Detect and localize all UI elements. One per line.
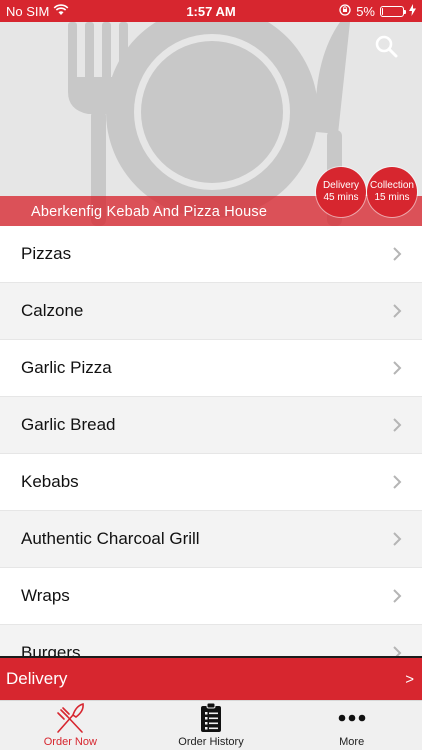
menu-item-label: Kebabs bbox=[21, 472, 79, 491]
tab-more[interactable]: More bbox=[281, 701, 422, 750]
tab-label: Order Now bbox=[43, 736, 97, 748]
chevron-right-icon bbox=[393, 475, 402, 489]
menu-item-pizzas[interactable]: Pizzas bbox=[0, 226, 422, 283]
tab-order-now[interactable]: Order Now bbox=[0, 701, 141, 750]
chevron-right-icon bbox=[393, 247, 402, 261]
menu-item-label: Burgers bbox=[21, 643, 81, 656]
restaurant-name: Aberkenfig Kebab And Pizza House bbox=[31, 204, 268, 220]
chevron-right-icon bbox=[393, 361, 402, 375]
chevron-right-icon bbox=[393, 418, 402, 432]
delivery-mode-arrow: > bbox=[405, 670, 414, 688]
chevron-right-icon bbox=[393, 532, 402, 546]
menu-item-label: Garlic Pizza bbox=[21, 358, 112, 377]
delivery-time-badge[interactable]: Delivery 45 mins bbox=[316, 167, 366, 217]
menu-item-garlic-pizza[interactable]: Garlic Pizza bbox=[0, 340, 422, 397]
restaurant-hero: Aberkenfig Kebab And Pizza House Deliver… bbox=[0, 22, 422, 226]
menu-item-label: Pizzas bbox=[21, 244, 72, 263]
delivery-badge-time: 45 mins bbox=[323, 192, 359, 203]
menu-item-kebabs[interactable]: Kebabs bbox=[0, 454, 422, 511]
chevron-right-icon bbox=[393, 589, 402, 603]
menu-item-label: Calzone bbox=[21, 301, 84, 320]
delivery-mode-bar[interactable]: Delivery > bbox=[0, 656, 422, 700]
chevron-right-icon bbox=[393, 646, 402, 656]
charging-icon bbox=[409, 4, 416, 19]
menu-item-garlic-bread[interactable]: Garlic Bread bbox=[0, 397, 422, 454]
tab-bar: Order Now Order History More bbox=[0, 700, 422, 750]
ellipsis-icon bbox=[338, 714, 365, 722]
collection-badge-label: Collection bbox=[370, 180, 414, 191]
search-icon bbox=[375, 35, 398, 58]
collection-time-badge[interactable]: Collection 15 mins bbox=[367, 167, 417, 217]
menu-item-calzone[interactable]: Calzone bbox=[0, 283, 422, 340]
menu-item-charcoal-grill[interactable]: Authentic Charcoal Grill bbox=[0, 511, 422, 568]
fork-knife-icon bbox=[57, 702, 85, 733]
chevron-right-icon bbox=[393, 304, 402, 318]
menu-item-wraps[interactable]: Wraps bbox=[0, 568, 422, 625]
collection-badge-time: 15 mins bbox=[374, 192, 410, 203]
battery-percent: 5% bbox=[356, 4, 375, 19]
menu-item-burgers[interactable]: Burgers bbox=[0, 625, 422, 656]
menu-item-label: Garlic Bread bbox=[21, 415, 116, 434]
tab-label: Order History bbox=[178, 736, 244, 748]
search-button[interactable] bbox=[372, 32, 400, 60]
lock-rotation-icon bbox=[339, 4, 351, 19]
tab-order-history[interactable]: Order History bbox=[141, 701, 282, 750]
menu-item-label: Wraps bbox=[21, 586, 70, 605]
status-bar: No SIM 1:57 AM 5% bbox=[0, 0, 422, 22]
menu-item-label: Authentic Charcoal Grill bbox=[21, 529, 200, 548]
battery-icon bbox=[380, 6, 406, 17]
menu-category-list[interactable]: Pizzas Calzone Garlic Pizza Garlic Bread… bbox=[0, 226, 422, 656]
tab-label: More bbox=[339, 736, 365, 748]
clipboard-list-icon bbox=[201, 703, 221, 732]
delivery-badge-label: Delivery bbox=[322, 180, 360, 191]
delivery-mode-label: Delivery bbox=[6, 669, 68, 688]
